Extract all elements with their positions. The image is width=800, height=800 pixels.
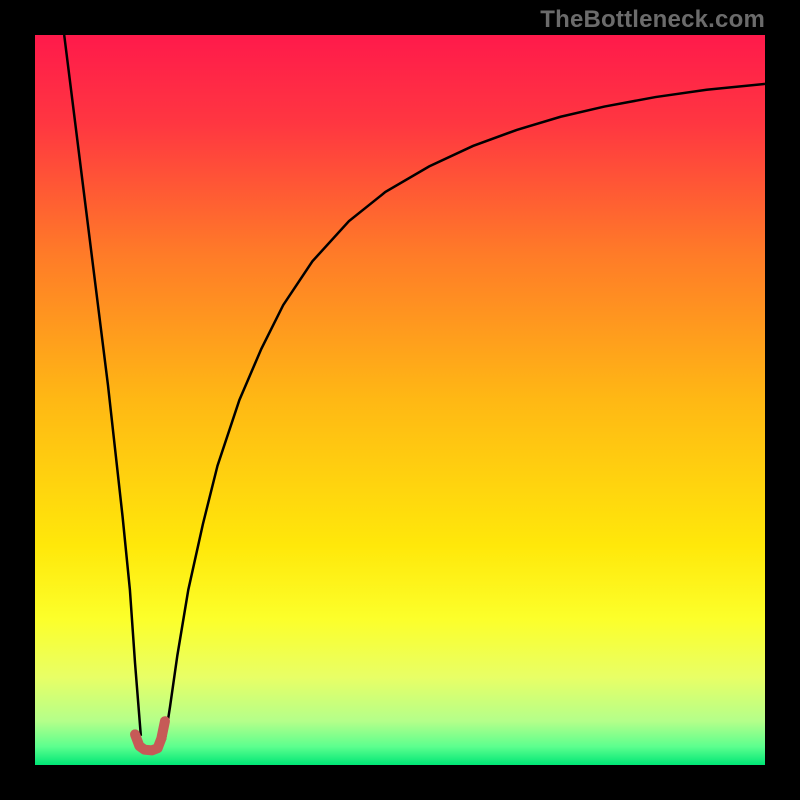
watermark-text: TheBottleneck.com [540, 6, 765, 34]
chart-frame: TheBottleneck.com [0, 0, 800, 800]
chart-canvas [35, 35, 765, 765]
gradient-background [35, 35, 765, 765]
plot-area [35, 35, 765, 765]
